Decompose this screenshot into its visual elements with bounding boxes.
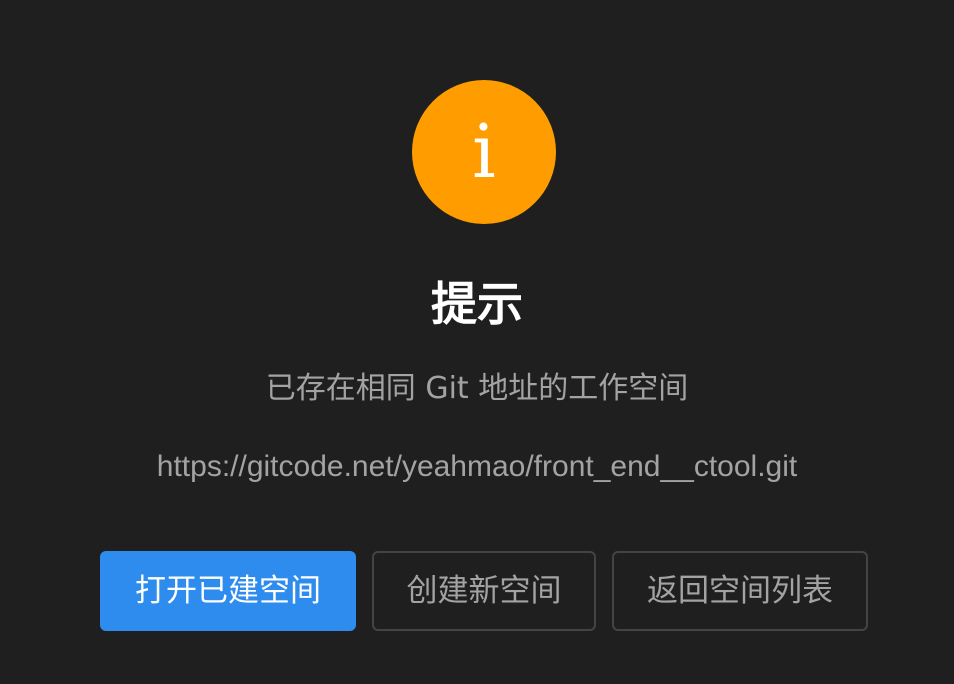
create-new-workspace-button[interactable]: 创建新空间 [372, 551, 596, 631]
info-glyph: i [472, 109, 496, 195]
dialog-message: 已存在相同 Git 地址的工作空间 [265, 371, 689, 406]
git-url: https://gitcode.net/yeahmao/front_end__c… [156, 450, 798, 483]
workspace-exists-dialog: i 提示 已存在相同 Git 地址的工作空间 https://gitcode.n… [0, 0, 954, 684]
open-existing-workspace-button[interactable]: 打开已建空间 [100, 551, 356, 631]
info-icon: i [412, 80, 556, 224]
dialog-title: 提示 [431, 277, 523, 331]
back-to-workspace-list-button[interactable]: 返回空间列表 [612, 551, 868, 631]
